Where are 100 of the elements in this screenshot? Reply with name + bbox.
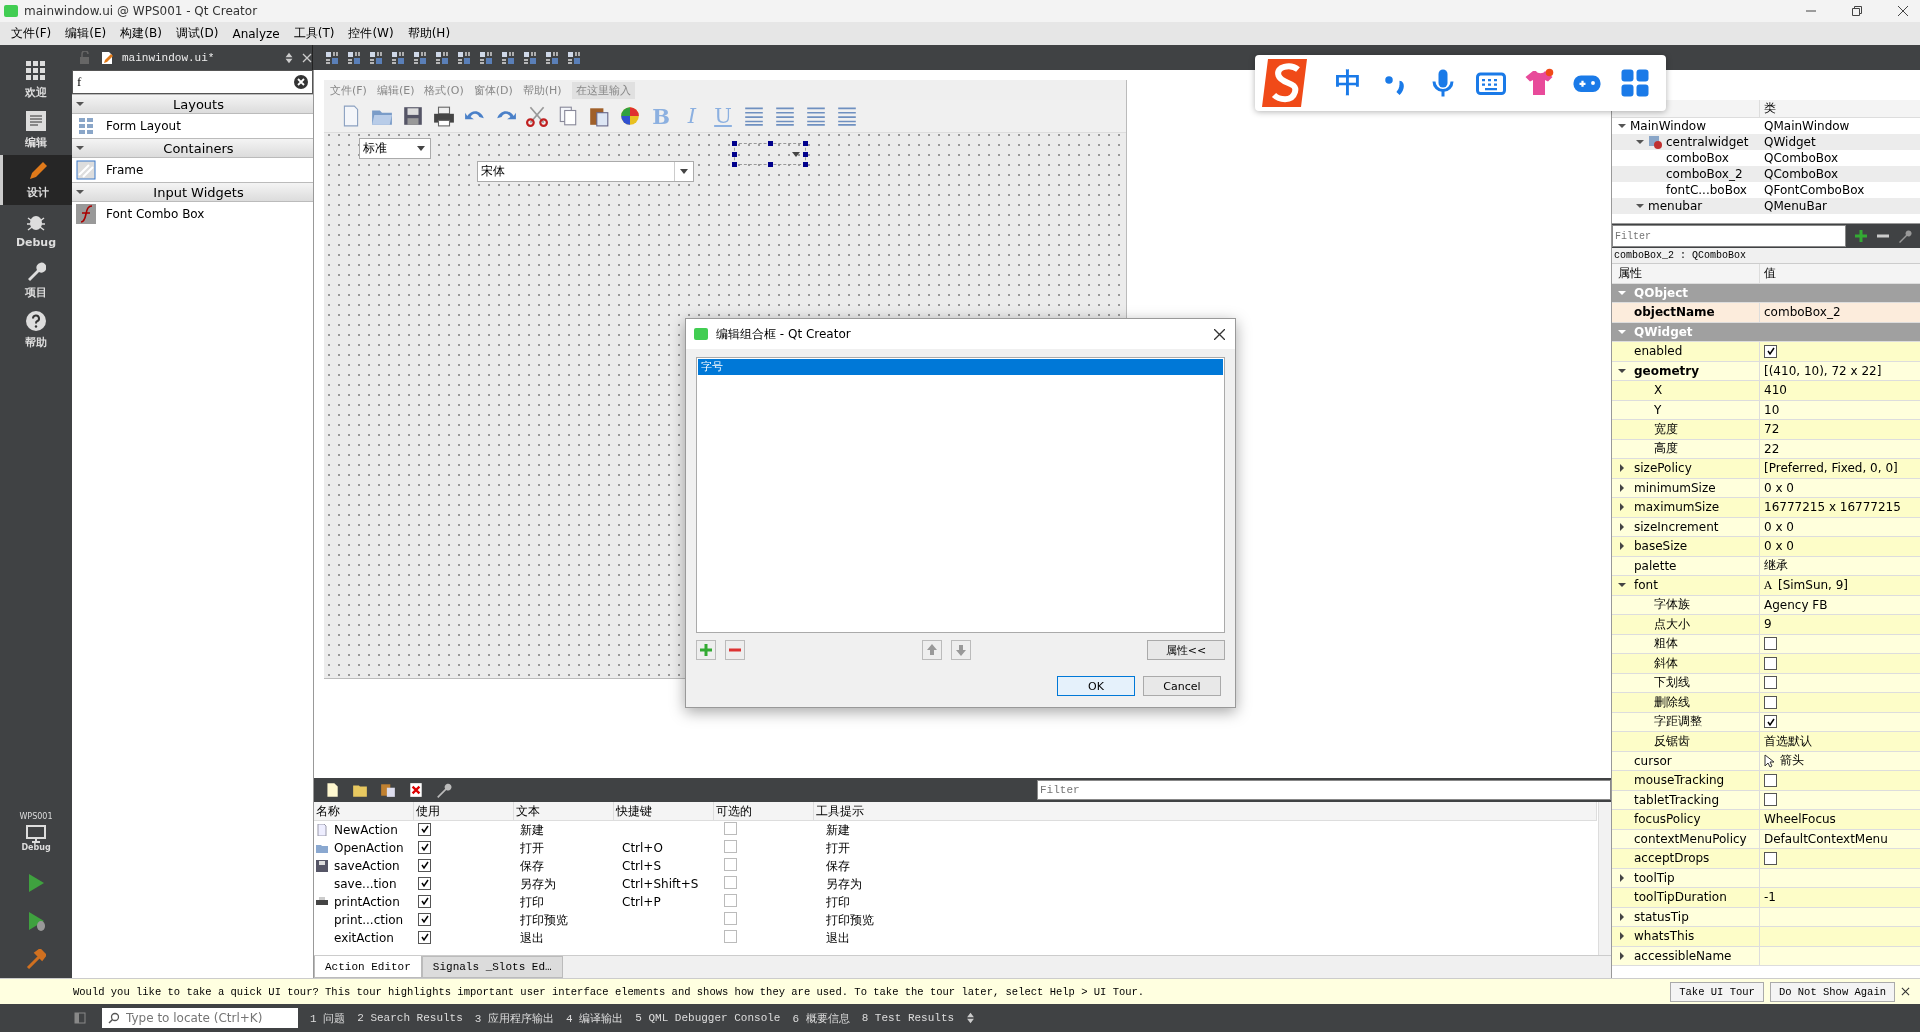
layout-tool-icon[interactable] <box>501 50 515 65</box>
checkable-checkbox[interactable] <box>724 912 737 925</box>
category-header[interactable]: Input Widgets <box>72 182 313 202</box>
selected-combo-box[interactable] <box>734 143 806 165</box>
checkable-checkbox[interactable] <box>724 840 737 853</box>
paste-icon[interactable] <box>380 782 396 798</box>
plus-icon[interactable] <box>1854 229 1868 243</box>
property-value[interactable]: [(410, 10), 72 x 22] <box>1764 363 1882 378</box>
layout-tool-icon[interactable] <box>457 50 471 65</box>
resize-handle[interactable] <box>732 141 737 146</box>
used-checkbox[interactable] <box>418 822 431 836</box>
property-value[interactable]: comboBox_2 <box>1764 305 1841 320</box>
widget-item[interactable]: Frame <box>72 158 313 182</box>
apps-grid-icon[interactable] <box>1620 68 1650 98</box>
expand-arrow-icon[interactable] <box>1618 542 1626 551</box>
resize-handle[interactable] <box>803 141 808 146</box>
object-name[interactable]: fontC...boBox <box>1666 183 1747 197</box>
mode-tab[interactable]: 编辑 <box>0 105 72 155</box>
editor-tab[interactable]: Action Editor <box>314 956 422 978</box>
category-header[interactable]: Containers <box>72 138 313 158</box>
column-header[interactable]: 类 <box>1760 100 1776 117</box>
expand-arrow-icon[interactable] <box>1618 932 1626 941</box>
property-checkbox[interactable] <box>1764 851 1777 865</box>
paste-icon[interactable] <box>588 105 610 127</box>
debug-run-icon[interactable] <box>26 911 46 931</box>
menu-item[interactable]: 编辑(E) <box>58 25 114 42</box>
color-wheel-icon[interactable] <box>619 105 641 127</box>
layout-tool-icon[interactable] <box>391 50 405 65</box>
kit-selector[interactable]: Debug <box>13 821 59 856</box>
remove-icon[interactable] <box>725 640 745 660</box>
used-checkbox[interactable] <box>418 912 431 926</box>
property-value[interactable]: 0 x 0 <box>1764 480 1794 495</box>
checkable-checkbox[interactable] <box>724 822 737 835</box>
properties-button[interactable]: 属性<< <box>1147 640 1225 660</box>
object-name[interactable]: centralwidget <box>1666 135 1749 149</box>
output-pane-tab[interactable]: 8 Test Results <box>861 1012 955 1024</box>
property-value[interactable]: [SimSun, 9] <box>1777 578 1849 593</box>
expand-arrow-icon[interactable] <box>1618 912 1626 921</box>
printer-icon[interactable] <box>433 105 455 127</box>
property-value[interactable]: 首选默认 <box>1764 732 1812 750</box>
expand-arrow-icon[interactable] <box>1618 873 1626 882</box>
property-value[interactable]: -1 <box>1764 890 1776 905</box>
align-lines-icon[interactable] <box>805 105 827 127</box>
expand-arrow-icon[interactable] <box>1618 122 1626 130</box>
resize-handle[interactable] <box>768 162 773 167</box>
scissors-icon[interactable] <box>526 105 548 127</box>
property-value[interactable]: WheelFocus <box>1764 812 1836 827</box>
property-value[interactable]: 继承 <box>1764 557 1788 575</box>
property-value[interactable]: 22 <box>1764 441 1780 456</box>
ime-mode[interactable]: 中 <box>1335 65 1362 101</box>
expand-arrow-icon[interactable] <box>1618 483 1626 492</box>
column-header[interactable]: 文本 <box>514 802 614 820</box>
close-icon[interactable] <box>1901 987 1910 996</box>
column-header[interactable]: 使用 <box>414 802 514 820</box>
expand-arrow-icon[interactable] <box>1636 138 1644 146</box>
copy-icon[interactable] <box>557 105 579 127</box>
property-value[interactable]: 箭头 <box>1780 752 1804 770</box>
property-checkbox[interactable] <box>1764 793 1777 807</box>
output-pane-tab[interactable]: 3 应用程序输出 <box>474 1010 555 1026</box>
widget-item[interactable]: Font Combo Box <box>72 202 313 226</box>
delete-icon[interactable] <box>408 782 424 798</box>
expand-arrow-icon[interactable] <box>1618 522 1626 531</box>
menu-item[interactable]: 文件(F) <box>4 25 59 42</box>
locator-field[interactable]: Type to locate (Ctrl+K) <box>102 1008 298 1028</box>
resize-handle[interactable] <box>768 141 773 146</box>
add-icon[interactable] <box>696 640 716 660</box>
property-checkbox[interactable] <box>1764 344 1777 358</box>
used-checkbox[interactable] <box>418 930 431 944</box>
object-name[interactable]: MainWindow <box>1630 119 1706 133</box>
layout-tool-icon[interactable] <box>347 50 361 65</box>
sidebar-toggle-icon[interactable] <box>74 1012 86 1024</box>
used-checkbox[interactable] <box>418 876 431 890</box>
menu-item[interactable]: 帮助(H) <box>400 25 458 42</box>
property-value[interactable]: 410 <box>1764 383 1787 398</box>
align-lines-icon[interactable] <box>743 105 765 127</box>
mode-tab[interactable]: 项目 <box>0 255 72 305</box>
font-combo-box[interactable]: 宋体 <box>477 161 694 182</box>
column-header[interactable]: 值 <box>1760 264 1920 282</box>
mode-tab[interactable]: 设计 <box>0 155 72 205</box>
new-file-icon[interactable] <box>324 782 340 798</box>
folder-icon[interactable] <box>352 782 368 798</box>
checkable-checkbox[interactable] <box>724 930 737 943</box>
mode-tab[interactable]: 欢迎 <box>0 55 72 105</box>
column-header[interactable]: 属性 <box>1612 264 1760 283</box>
expand-arrow-icon[interactable] <box>1618 581 1626 590</box>
menu-item[interactable]: 调试(D) <box>168 25 226 42</box>
property-checkbox[interactable] <box>1764 773 1777 787</box>
property-checkbox[interactable] <box>1764 676 1777 690</box>
property-value[interactable]: DefaultContextMenu <box>1764 831 1888 846</box>
used-checkbox[interactable] <box>418 894 431 908</box>
output-pane-tab[interactable]: 1 问题 <box>310 1010 346 1026</box>
property-value[interactable]: 9 <box>1764 617 1772 632</box>
column-header[interactable]: 可选的 <box>714 802 814 820</box>
layout-tool-icon[interactable] <box>413 50 427 65</box>
widget-search-field[interactable]: f <box>72 70 313 94</box>
align-lines-icon[interactable] <box>836 105 858 127</box>
close-icon[interactable] <box>1214 328 1225 340</box>
property-checkbox[interactable] <box>1764 715 1777 729</box>
checkable-checkbox[interactable] <box>724 858 737 871</box>
property-value[interactable]: [Preferred, Fixed, 0, 0] <box>1764 461 1898 476</box>
